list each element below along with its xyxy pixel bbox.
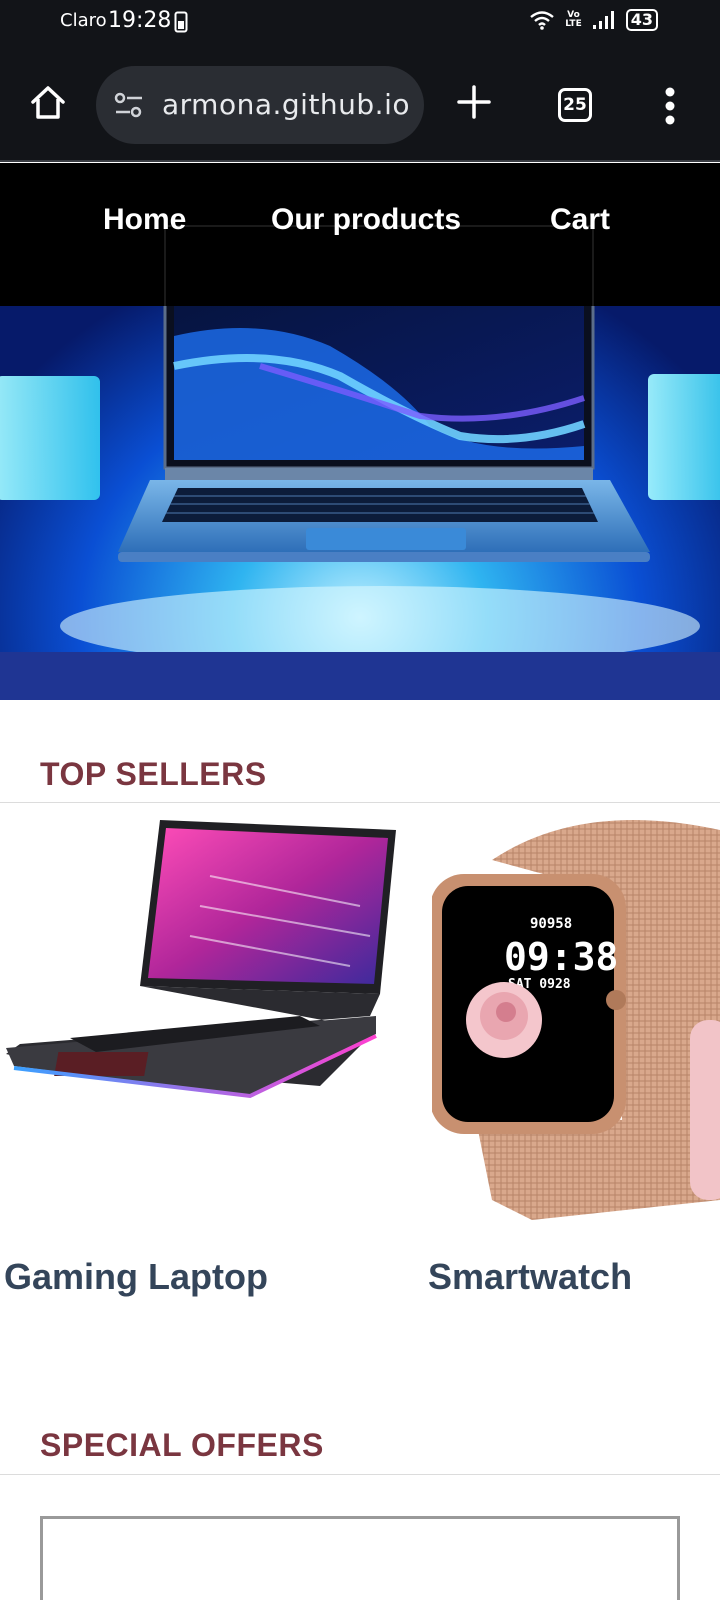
wifi-icon bbox=[530, 11, 554, 30]
hero-bottom-strip bbox=[0, 652, 720, 700]
product-name[interactable]: Gaming Laptop bbox=[4, 1256, 268, 1298]
browser-toolbar: armona.github.io 25 bbox=[0, 44, 720, 162]
battery-indicator: 43 bbox=[625, 9, 658, 31]
hero-laptop-image bbox=[0, 306, 720, 652]
special-offers-heading: SPECIAL OFFERS bbox=[40, 1427, 324, 1463]
site-nav: Home Our products Cart bbox=[0, 163, 720, 306]
smartwatch-image[interactable]: 90958 09:38 SAT 0928 bbox=[432, 820, 720, 1220]
url-text[interactable]: armona.github.io bbox=[162, 88, 410, 121]
product-name[interactable]: Smartwatch bbox=[428, 1256, 632, 1298]
clock: 19:28 bbox=[108, 8, 172, 33]
svg-text:90958: 90958 bbox=[530, 916, 572, 932]
address-bar[interactable]: armona.github.io bbox=[96, 66, 424, 144]
site-settings-icon[interactable] bbox=[114, 92, 144, 118]
phone-storage-icon bbox=[174, 11, 188, 33]
status-bar: Claro 19:28 Vo LTE 43 bbox=[0, 0, 720, 44]
carrier-label: Claro bbox=[60, 10, 107, 31]
home-icon[interactable] bbox=[28, 82, 68, 122]
svg-text:09:38: 09:38 bbox=[504, 935, 618, 979]
tab-switcher-icon[interactable]: 25 bbox=[558, 88, 592, 122]
nav-home-link[interactable]: Home bbox=[103, 203, 186, 237]
nav-products-link[interactable]: Our products bbox=[271, 203, 461, 237]
hero-banner bbox=[0, 306, 720, 652]
special-offers-divider bbox=[0, 1474, 720, 1475]
overflow-menu-icon[interactable] bbox=[664, 86, 676, 126]
nav-cart-link[interactable]: Cart bbox=[550, 203, 610, 237]
new-tab-plus-icon[interactable] bbox=[456, 84, 492, 120]
gaming-laptop-image[interactable] bbox=[0, 816, 406, 1108]
hero-laptop-lid-top bbox=[164, 225, 594, 306]
volte-indicator: Vo LTE bbox=[565, 10, 582, 29]
signal-icon bbox=[592, 11, 614, 29]
special-offer-card[interactable] bbox=[40, 1516, 680, 1600]
top-sellers-heading: TOP SELLERS bbox=[40, 756, 267, 792]
top-sellers-divider bbox=[0, 802, 720, 803]
